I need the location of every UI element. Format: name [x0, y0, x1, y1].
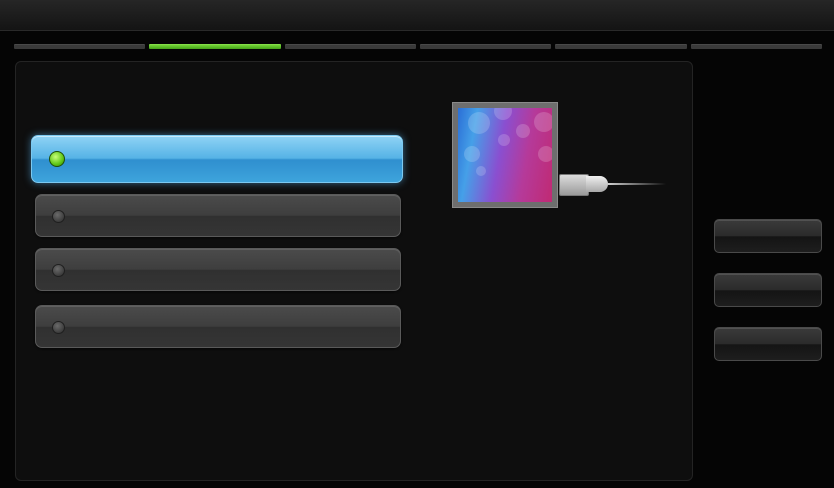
option-2[interactable] — [35, 194, 401, 237]
network-plug-icon — [559, 173, 609, 196]
step-indicator-6 — [690, 44, 822, 49]
side-button-3[interactable] — [714, 327, 822, 361]
network-cable — [608, 183, 666, 185]
option-1[interactable] — [31, 135, 403, 183]
radio-selected-icon — [49, 151, 65, 167]
step-indicator-3 — [284, 44, 416, 49]
monitor-icon — [452, 102, 558, 208]
title-bar — [0, 0, 834, 31]
monitor-with-network-cable-icon — [452, 100, 672, 210]
step-indicator-4 — [419, 44, 552, 49]
side-button-2[interactable] — [714, 273, 822, 307]
step-progress-bar — [14, 44, 822, 50]
step-indicator-1 — [14, 44, 146, 49]
radio-unselected-icon — [52, 320, 65, 334]
option-4[interactable] — [35, 305, 401, 348]
step-indicator-5 — [555, 44, 687, 49]
option-3[interactable] — [35, 248, 401, 291]
monitor-screen — [458, 108, 552, 202]
radio-unselected-icon — [52, 263, 65, 277]
side-button-1[interactable] — [714, 219, 822, 253]
step-indicator-2-active — [149, 44, 281, 49]
radio-unselected-icon — [52, 209, 65, 223]
